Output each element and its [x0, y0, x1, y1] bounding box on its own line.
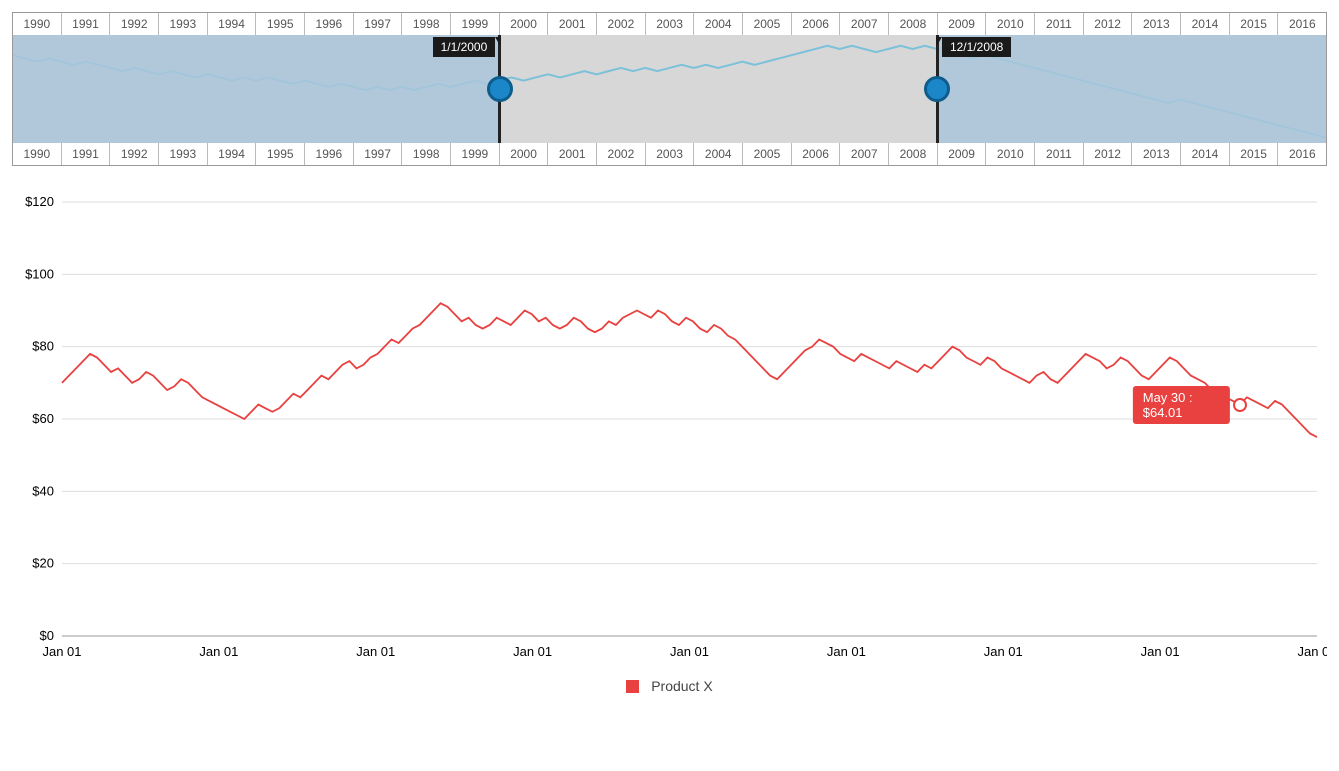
range-handle-knob-icon[interactable]	[487, 76, 513, 102]
svg-text:Jan 01: Jan 01	[1297, 644, 1327, 659]
svg-text:$80: $80	[32, 339, 54, 354]
range-end-tooltip: 12/1/2008	[942, 37, 1011, 57]
navigator-year-label: 2009	[938, 143, 987, 165]
navigator-year-label: 2000	[500, 13, 549, 35]
navigator-year-label: 2008	[889, 143, 938, 165]
navigator-year-label: 2000	[500, 143, 549, 165]
navigator-year-label: 1995	[256, 143, 305, 165]
navigator-year-label: 2002	[597, 13, 646, 35]
navigator-year-label: 1998	[402, 143, 451, 165]
navigator-year-label: 2001	[548, 13, 597, 35]
navigator-year-label: 2001	[548, 143, 597, 165]
svg-text:Jan 01: Jan 01	[42, 644, 81, 659]
navigator-year-label: 2004	[694, 143, 743, 165]
navigator-year-label: 1991	[62, 143, 111, 165]
navigator-year-label: 2008	[889, 13, 938, 35]
svg-text:$60: $60	[32, 411, 54, 426]
navigator-year-label: 1998	[402, 13, 451, 35]
svg-text:Jan 01: Jan 01	[513, 644, 552, 659]
chart-legend: Product X	[12, 678, 1327, 694]
range-handle-start[interactable]: 1/1/2000	[498, 35, 501, 143]
svg-text:Jan 01: Jan 01	[1141, 644, 1180, 659]
range-start-tooltip: 1/1/2000	[433, 37, 496, 57]
navigator-year-label: 1997	[354, 13, 403, 35]
date-range-navigator[interactable]: 1990199119921993199419951996199719981999…	[12, 12, 1327, 166]
navigator-year-label: 1994	[208, 143, 257, 165]
navigator-year-label: 2007	[840, 143, 889, 165]
navigator-year-label: 1999	[451, 143, 500, 165]
chart-canvas: $0 $20 $40 $60 $80 $100 $120 Jan 01 Jan 01 Jan 01…	[12, 194, 1327, 664]
navigator-year-label: 2015	[1230, 143, 1279, 165]
navigator-year-label: 2016	[1278, 13, 1326, 35]
navigator-year-label: 2005	[743, 13, 792, 35]
data-point-tooltip: May 30 : $64.01	[1133, 386, 1230, 424]
navigator-year-label: 2009	[938, 13, 987, 35]
navigator-mask-left	[13, 35, 499, 143]
legend-label: Product X	[651, 678, 712, 694]
navigator-year-label: 1990	[13, 13, 62, 35]
range-handle-knob-icon[interactable]	[924, 76, 950, 102]
navigator-year-label: 1996	[305, 143, 354, 165]
navigator-year-label: 1991	[62, 13, 111, 35]
svg-text:Jan 01: Jan 01	[827, 644, 866, 659]
navigator-year-label: 1995	[256, 13, 305, 35]
navigator-year-label: 2005	[743, 143, 792, 165]
navigator-year-label: 1993	[159, 143, 208, 165]
navigator-year-label: 1997	[354, 143, 403, 165]
navigator-year-label: 2011	[1035, 143, 1084, 165]
navigator-top-scale: 1990199119921993199419951996199719981999…	[13, 13, 1326, 35]
navigator-year-label: 1996	[305, 13, 354, 35]
navigator-year-label: 1999	[451, 13, 500, 35]
range-handle-end[interactable]: 12/1/2008	[936, 35, 939, 143]
navigator-year-label: 2011	[1035, 13, 1084, 35]
legend-swatch-icon	[626, 680, 639, 693]
navigator-year-label: 2010	[986, 143, 1035, 165]
navigator-year-label: 2003	[646, 13, 695, 35]
navigator-year-label: 2014	[1181, 13, 1230, 35]
svg-text:Jan 01: Jan 01	[670, 644, 709, 659]
navigator-year-label: 1992	[110, 143, 159, 165]
navigator-year-label: 1992	[110, 13, 159, 35]
navigator-year-label: 2015	[1230, 13, 1279, 35]
svg-text:Jan 01: Jan 01	[356, 644, 395, 659]
line-chart[interactable]: $0 $20 $40 $60 $80 $100 $120 Jan 01 Jan 01 Jan 01…	[12, 194, 1327, 664]
navigator-year-label: 1993	[159, 13, 208, 35]
navigator-year-label: 2012	[1084, 13, 1133, 35]
svg-text:$40: $40	[32, 483, 54, 498]
navigator-year-label: 2014	[1181, 143, 1230, 165]
navigator-year-label: 2012	[1084, 143, 1133, 165]
navigator-track[interactable]: 1/1/2000 12/1/2008	[13, 35, 1326, 143]
navigator-year-label: 2006	[792, 143, 841, 165]
navigator-bottom-scale: 1990199119921993199419951996199719981999…	[13, 143, 1326, 165]
navigator-year-label: 2013	[1132, 143, 1181, 165]
svg-text:$0: $0	[40, 628, 54, 643]
navigator-year-label: 2002	[597, 143, 646, 165]
navigator-year-label: 2006	[792, 13, 841, 35]
navigator-year-label: 2003	[646, 143, 695, 165]
navigator-year-label: 2007	[840, 13, 889, 35]
svg-text:$100: $100	[25, 266, 54, 281]
svg-text:Jan 01: Jan 01	[199, 644, 238, 659]
navigator-year-label: 1990	[13, 143, 62, 165]
navigator-year-label: 2016	[1278, 143, 1326, 165]
svg-text:Jan 01: Jan 01	[984, 644, 1023, 659]
navigator-year-label: 2013	[1132, 13, 1181, 35]
navigator-year-label: 1994	[208, 13, 257, 35]
svg-text:$20: $20	[32, 556, 54, 571]
data-point-marker-icon	[1233, 398, 1247, 412]
navigator-year-label: 2010	[986, 13, 1035, 35]
svg-text:$120: $120	[25, 194, 54, 209]
navigator-year-label: 2004	[694, 13, 743, 35]
